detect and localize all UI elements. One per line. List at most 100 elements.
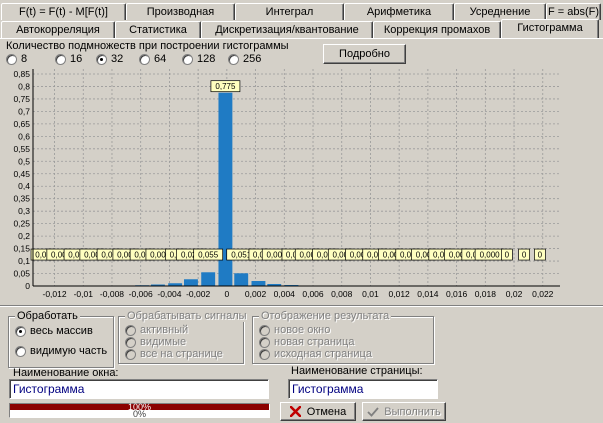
radio-icon[interactable] <box>125 324 136 336</box>
x-tick-label: 0,004 <box>274 289 296 299</box>
bar-value-label: 0 <box>538 251 543 260</box>
bar-value-label: 0,00 <box>266 251 282 260</box>
histogram-bar <box>251 281 266 286</box>
tab-arithmetic[interactable]: Арифметика <box>344 3 454 20</box>
tab-histogram[interactable]: Гистограмма <box>501 19 599 38</box>
x-tick-label: 0,008 <box>331 289 353 299</box>
bins-option-64[interactable]: 64 <box>139 53 166 65</box>
radio-icon[interactable] <box>139 53 150 65</box>
x-tick-label: -0,002 <box>186 289 210 299</box>
histogram-plot: 0 0,05 0,1 0,15 0,2 0,25 0,3 0,35 0,4 0,45 0,5 0,55… <box>13 69 560 299</box>
radio-icon[interactable] <box>259 336 270 348</box>
radio-icon[interactable] <box>6 53 17 65</box>
progress-bottom-text: 0% <box>132 409 146 419</box>
y-tick-label: 0,1 <box>18 256 30 266</box>
window-name-input[interactable]: Гистограмма <box>9 379 269 399</box>
bar-value-label: 0,00 <box>150 251 166 260</box>
bins-option-32[interactable]: 32 <box>96 53 123 65</box>
page-name-input[interactable]: Гистограмма <box>288 379 438 399</box>
y-tick-label: 0,15 <box>13 244 30 254</box>
y-tick-label: 0,2 <box>18 231 30 241</box>
radio-icon[interactable] <box>125 336 136 348</box>
radio-selected-icon[interactable] <box>96 53 107 65</box>
signals-group: Обрабатывать сигналы активный видимые вс… <box>118 310 249 364</box>
tab-discretization[interactable]: Дискретизация/квантование <box>201 21 373 38</box>
y-tick-label: 0,45 <box>13 169 30 179</box>
y-tick-label: 0 <box>25 281 30 291</box>
x-tick-label: 0,002 <box>245 289 267 299</box>
tab-autocorrelation[interactable]: Автокорреляция <box>1 21 115 38</box>
cancel-button[interactable]: Отмена <box>280 402 356 421</box>
radio-icon[interactable] <box>182 53 193 65</box>
tab-row-top: F(t) = F(t) - M[F(t)] Производная Интегр… <box>1 3 601 20</box>
radio-icon[interactable] <box>259 348 270 360</box>
display-option-source-page[interactable]: исходная страница <box>259 348 372 360</box>
cancel-x-icon <box>289 406 301 417</box>
radio-icon[interactable] <box>228 53 239 65</box>
checkmark-icon <box>367 407 379 417</box>
signals-option-active[interactable]: активный <box>125 324 188 336</box>
bins-option-256[interactable]: 256 <box>228 53 261 65</box>
display-group: Отображение результата новое окно новая … <box>252 310 434 364</box>
signals-option-all-on-page[interactable]: все на странице <box>125 348 223 360</box>
bar-value-label: 0 <box>522 251 527 260</box>
x-tick-label: -0,012 <box>42 289 66 299</box>
bar-value-label: 0,000 <box>480 251 501 260</box>
x-tick-label: -0,008 <box>100 289 124 299</box>
radio-selected-icon[interactable] <box>15 325 26 337</box>
process-option-all[interactable]: весь массив <box>15 325 93 337</box>
tab-derivative[interactable]: Производная <box>126 3 235 20</box>
y-tick-label: 0,75 <box>13 94 30 104</box>
bar-value-label: 0,775 <box>215 82 236 91</box>
process-option-visible[interactable]: видимую часть <box>15 345 107 357</box>
histogram-bar <box>184 279 198 286</box>
bins-option-8[interactable]: 8 <box>6 53 27 65</box>
bins-title: Количество подмножеств при построении ги… <box>6 40 289 52</box>
x-tick-label: 0,016 <box>446 289 468 299</box>
x-tick-label: 0,01 <box>362 289 379 299</box>
display-option-new-window[interactable]: новое окно <box>259 324 330 336</box>
y-tick-label: 0,3 <box>18 206 30 216</box>
run-button[interactable]: Выполнить <box>362 402 446 421</box>
y-tick-label: 0,35 <box>13 194 30 204</box>
tab-averaging[interactable]: Усреднение <box>454 3 546 20</box>
tab-panel-edge <box>0 38 603 39</box>
x-tick-label: -0,01 <box>74 289 94 299</box>
tab-abs[interactable]: F = abs(F) <box>546 3 601 20</box>
display-option-new-page[interactable]: новая страница <box>259 336 354 348</box>
bar-value-label: 0 <box>505 251 510 260</box>
bins-option-128[interactable]: 128 <box>182 53 215 65</box>
radio-icon[interactable] <box>125 348 136 360</box>
bins-group: Количество подмножеств при построении ги… <box>4 40 289 65</box>
y-tick-label: 0,4 <box>18 181 30 191</box>
histogram-bar <box>234 273 249 286</box>
radio-icon[interactable] <box>55 53 66 65</box>
separator <box>0 306 603 307</box>
x-tick-label: 0 <box>224 289 229 299</box>
signals-option-visible[interactable]: видимые <box>125 336 186 348</box>
bins-option-16[interactable]: 16 <box>55 53 82 65</box>
radio-icon[interactable] <box>259 324 270 336</box>
y-tick-label: 0,5 <box>18 156 30 166</box>
y-tick-label: 0,55 <box>13 144 30 154</box>
details-button[interactable]: Подробно <box>323 44 406 64</box>
x-tick-label: 0,02 <box>506 289 523 299</box>
y-tick-label: 0,7 <box>18 106 30 116</box>
process-title: Обработать <box>15 310 80 322</box>
tab-miss-correction[interactable]: Коррекция промахов <box>373 21 501 38</box>
process-group: Обработать весь массив видимую часть <box>8 310 114 368</box>
tab-centering[interactable]: F(t) = F(t) - M[F(t)] <box>1 3 126 20</box>
x-tick-label: 0,022 <box>532 289 554 299</box>
page-name-label: Наименование страницы: <box>291 365 423 377</box>
y-tick-label: 0,6 <box>18 131 30 141</box>
x-tick-label: -0,006 <box>129 289 153 299</box>
window-name-label: Наименование окна: <box>13 367 119 379</box>
histogram-chart: 0 0,05 0,1 0,15 0,2 0,25 0,3 0,35 0,4 0,45 0,5 0,55… <box>13 69 560 299</box>
tab-integral[interactable]: Интеграл <box>235 3 344 20</box>
tab-row-bottom: Автокорреляция Статистика Дискретизация/… <box>1 19 599 38</box>
radio-icon[interactable] <box>15 345 26 357</box>
bar-value-label: 0,055 <box>198 251 219 260</box>
tab-statistics[interactable]: Статистика <box>115 21 201 38</box>
x-tick-label: -0,004 <box>157 289 181 299</box>
signals-title: Обрабатывать сигналы <box>125 310 249 322</box>
